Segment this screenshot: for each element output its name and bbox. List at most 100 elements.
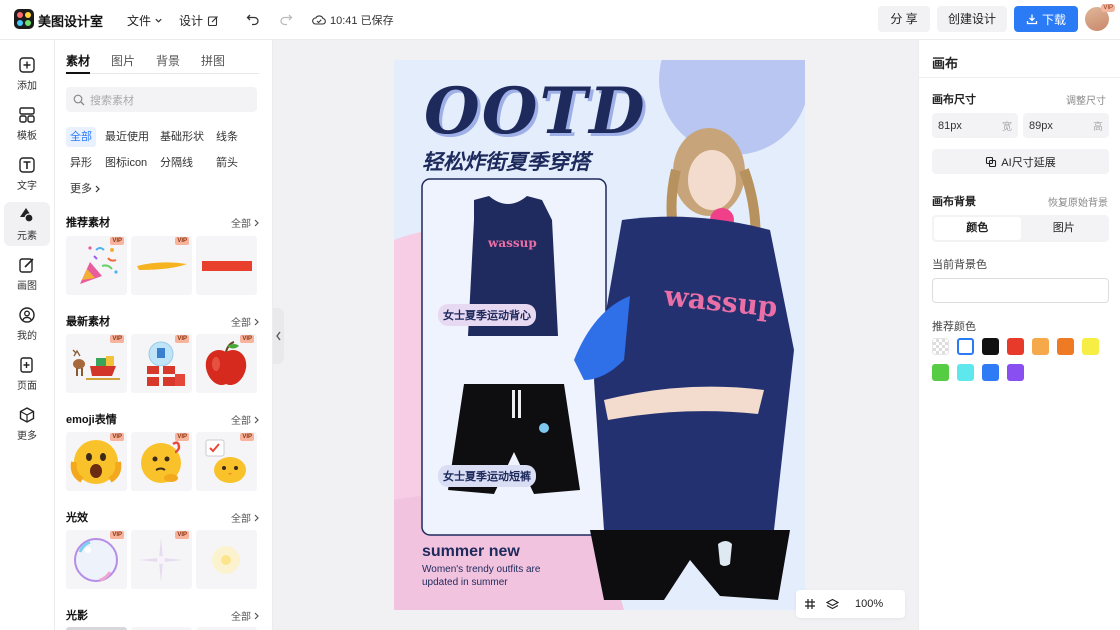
rail-item-draw[interactable]: 画图 (4, 252, 50, 296)
chip-basic-shapes[interactable]: 基础形状 (156, 127, 208, 147)
collapse-panel-handle[interactable] (273, 308, 284, 364)
avatar[interactable]: VIP (1085, 4, 1115, 31)
search-input[interactable]: 搜索素材 (66, 87, 257, 112)
material-tile-party-popper[interactable]: VIP (66, 236, 127, 295)
color-swatch[interactable] (982, 364, 999, 381)
chevron-right-icon (95, 185, 100, 193)
color-swatch[interactable] (982, 338, 999, 355)
light-shadow-all-link[interactable]: 全部 (231, 608, 260, 623)
rail-item-template[interactable]: 模板 (4, 102, 50, 146)
ai-resize-button[interactable]: AI尺寸延展 (932, 149, 1109, 174)
product-label-shorts[interactable]: 女士夏季运动短裤 (438, 465, 536, 487)
color-swatch[interactable] (957, 364, 974, 381)
current-bg-label: 当前背景色 (932, 259, 987, 271)
chip-more-label: 更多 (70, 183, 92, 195)
material-tile-shocked-emoji[interactable]: VIP (66, 432, 127, 491)
redo-button[interactable] (279, 12, 293, 26)
color-swatch[interactable] (932, 364, 949, 381)
poster-canvas[interactable]: OOTD 轻松炸街夏季穿搭 wassup wassup 女士夏季运动背心 女士夏… (394, 60, 805, 610)
restore-bg-link[interactable]: 恢复原始背景 (1048, 194, 1108, 209)
rail-item-text[interactable]: 文字 (4, 152, 50, 196)
color-swatch[interactable] (1032, 338, 1049, 355)
material-tile-snow-globe-gift[interactable]: VIP (131, 334, 192, 393)
chip-irregular[interactable]: 异形 (66, 153, 96, 173)
material-tile-sleigh[interactable]: VIP (66, 334, 127, 393)
chip-more[interactable]: 更多 (66, 179, 105, 199)
save-status-text: 10:41 已保存 (330, 15, 394, 27)
rail-item-elements[interactable]: 元素 (4, 202, 50, 246)
chip-lines[interactable]: 线条 (212, 127, 242, 147)
footer-line-2[interactable]: updated in summer (422, 577, 508, 588)
glow-icon (212, 546, 240, 574)
material-tile-brush-stroke[interactable]: VIP (131, 236, 192, 295)
share-button[interactable]: 分 享 (878, 6, 930, 32)
tab-images[interactable]: 图片 (111, 52, 135, 73)
redo-icon (280, 14, 293, 26)
chevron-right-icon (254, 612, 259, 619)
rail-item-add[interactable]: 添加 (4, 52, 50, 96)
chevron-right-icon (254, 318, 259, 325)
recommended-all-link[interactable]: 全部 (231, 215, 260, 230)
width-field[interactable]: 81px 宽 (932, 113, 1018, 138)
bg-type-color[interactable]: 颜色 (934, 217, 1021, 240)
chip-icons[interactable]: 图标icon (101, 153, 151, 173)
avatar-vip-badge: VIP (1101, 4, 1115, 12)
app-name[interactable]: 美图设计室 (38, 11, 103, 30)
rail-item-mine[interactable]: 我的 (4, 302, 50, 346)
create-design-button[interactable]: 创建设计 (937, 6, 1007, 32)
latest-all-link[interactable]: 全部 (231, 314, 260, 329)
material-tile-apple[interactable]: VIP (196, 334, 257, 393)
text-icon (19, 157, 35, 173)
material-tile-chick-emoji[interactable]: VIP (196, 432, 257, 491)
download-button[interactable]: 下载 (1014, 6, 1078, 32)
chip-arrows[interactable]: 箭头 (212, 153, 242, 173)
rail-label-add: 添加 (17, 81, 37, 92)
tab-backgrounds[interactable]: 背景 (156, 52, 180, 73)
material-tile-red-bar[interactable] (196, 236, 257, 295)
resize-link[interactable]: 调整尺寸 (1066, 92, 1106, 107)
color-swatch[interactable] (1057, 338, 1074, 355)
footer-line-1[interactable]: Women's trendy outfits are (422, 564, 540, 575)
color-swatch[interactable] (1007, 338, 1024, 355)
rail-label-draw: 画图 (17, 281, 37, 292)
material-tile-bubble[interactable]: VIP (66, 530, 127, 589)
poster-subtitle[interactable]: 轻松炸街夏季穿搭 (422, 146, 590, 176)
material-tile-thinking-emoji[interactable]: VIP (131, 432, 192, 491)
height-field[interactable]: 89px 高 (1023, 113, 1109, 138)
rail-item-page[interactable]: 页面 (4, 352, 50, 396)
footer-title[interactable]: summer new (422, 543, 520, 561)
material-tile-sparkle[interactable]: VIP (131, 530, 192, 589)
undo-button[interactable] (246, 12, 260, 26)
product-label-tank[interactable]: 女士夏季运动背心 (438, 304, 536, 326)
recommend-color-label: 推荐颜色 (932, 321, 976, 333)
bg-type-image[interactable]: 图片 (1021, 217, 1108, 240)
rail-label-text: 文字 (17, 181, 37, 192)
chip-dividers[interactable]: 分隔线 (156, 153, 197, 173)
color-swatch[interactable] (932, 338, 949, 355)
zoom-level[interactable]: 100% (855, 598, 883, 610)
chip-recent[interactable]: 最近使用 (101, 127, 153, 147)
grid-icon[interactable] (804, 598, 816, 610)
tab-materials[interactable]: 素材 (66, 52, 91, 74)
poster-headline[interactable]: OOTD (424, 74, 647, 149)
tab-collage[interactable]: 拼图 (201, 52, 225, 73)
color-swatch[interactable] (957, 338, 974, 355)
current-bg-color-field[interactable] (932, 278, 1109, 303)
vip-badge: VIP (110, 531, 124, 539)
file-menu[interactable]: 文件 (127, 12, 163, 29)
chevron-right-icon (254, 219, 259, 226)
chip-all[interactable]: 全部 (66, 127, 96, 147)
material-tile-glow[interactable] (196, 530, 257, 589)
light-effects-all-link[interactable]: 全部 (231, 510, 260, 525)
width-unit: 宽 (1002, 122, 1012, 133)
design-menu-label: 设计 (179, 14, 204, 28)
vip-badge: VIP (110, 335, 124, 343)
emoji-all-link[interactable]: 全部 (231, 412, 260, 427)
layers-icon[interactable] (826, 598, 839, 611)
rail-item-more[interactable]: 更多 (4, 402, 50, 446)
design-menu[interactable]: 设计 (179, 12, 219, 29)
color-swatch[interactable] (1007, 364, 1024, 381)
tank-print-text: wassup (488, 236, 537, 250)
canvas-size-label: 画布尺寸 (932, 94, 976, 106)
color-swatch[interactable] (1082, 338, 1099, 355)
